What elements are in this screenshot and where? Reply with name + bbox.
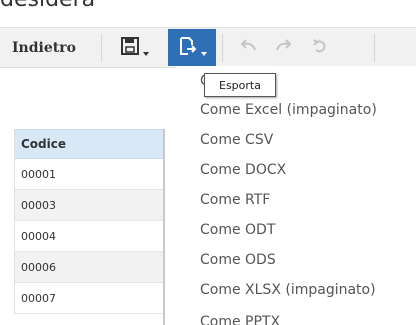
- table-row[interactable]: 00004: [15, 221, 165, 252]
- refresh-icon: [312, 38, 328, 58]
- back-button[interactable]: Indietro: [0, 28, 100, 67]
- redo-icon: [275, 38, 293, 58]
- table-row[interactable]: 00006: [15, 252, 165, 283]
- table-row[interactable]: 00003: [15, 190, 165, 221]
- floppy-disk-icon: [120, 36, 140, 60]
- toolbar-divider: [222, 34, 223, 62]
- menu-item-rtf[interactable]: Come RTF: [200, 192, 270, 208]
- refresh-button[interactable]: [303, 28, 337, 67]
- column-header-codice[interactable]: Codice: [15, 129, 165, 159]
- menu-item-excel-paged[interactable]: Come Excel (impaginato): [200, 102, 377, 118]
- menu-item-docx[interactable]: Come DOCX: [200, 162, 286, 178]
- page-heading: desidera: [0, 0, 95, 12]
- toolbar-divider: [374, 34, 375, 62]
- chevron-down-icon: [142, 51, 149, 56]
- export-dropdown-menu: C Come Excel (impaginato) Come CSV Come …: [176, 66, 416, 325]
- toolbar-divider: [101, 34, 102, 62]
- redo-button[interactable]: [267, 28, 301, 67]
- menu-item-xlsx-paged[interactable]: Come XLSX (impaginato): [200, 282, 376, 298]
- menu-item-csv[interactable]: Come CSV: [200, 132, 273, 148]
- chevron-down-icon: [200, 51, 207, 56]
- menu-item-pptx[interactable]: Come PPTX: [200, 314, 280, 325]
- menu-item-ods[interactable]: Come ODS: [200, 252, 276, 268]
- export-document-icon: [178, 36, 198, 60]
- export-button[interactable]: [168, 29, 216, 66]
- undo-icon: [239, 38, 257, 58]
- table-row[interactable]: 00001: [15, 159, 165, 190]
- export-tooltip: Esporta: [204, 73, 276, 97]
- toolbar: Indietro: [0, 27, 416, 68]
- menu-item-odt[interactable]: Come ODT: [200, 222, 275, 238]
- page: desidera Indietro: [0, 0, 416, 325]
- save-button[interactable]: [106, 28, 162, 67]
- grid-divider: [163, 129, 165, 325]
- table-row[interactable]: 00007: [15, 283, 165, 314]
- undo-button[interactable]: [231, 28, 265, 67]
- data-grid: Codice 00001 00003 00004 00006 00007: [14, 129, 165, 314]
